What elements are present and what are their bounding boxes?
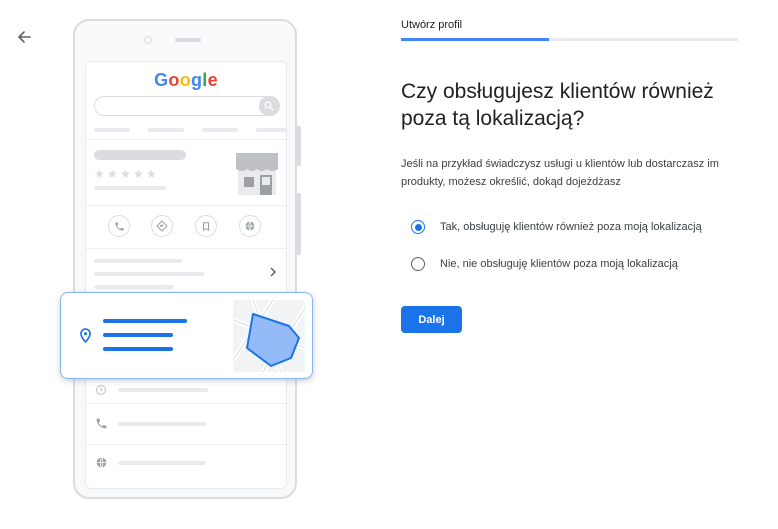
phone-icon bbox=[96, 418, 107, 429]
placeholder-line bbox=[103, 319, 187, 323]
star-icon: ★ bbox=[133, 167, 144, 181]
placeholder-detail bbox=[118, 461, 206, 465]
placeholder-category bbox=[94, 186, 166, 190]
globe-icon bbox=[96, 457, 107, 468]
location-pin-icon bbox=[80, 328, 91, 343]
placeholder-tab bbox=[148, 128, 184, 132]
phone-icon bbox=[108, 215, 130, 237]
divider bbox=[86, 444, 286, 445]
logo-letter: o bbox=[179, 70, 191, 90]
service-area-card-illustration bbox=[60, 292, 313, 379]
page-description: Jeśli na przykład świadczysz usługi u kl… bbox=[401, 158, 719, 188]
placeholder-detail bbox=[94, 272, 204, 276]
star-icon: ★ bbox=[94, 167, 105, 181]
page-heading: Czy obsługujesz klientów również poza tą… bbox=[401, 80, 714, 130]
radio-yes[interactable] bbox=[411, 220, 425, 234]
illustration-search-bar bbox=[94, 96, 280, 116]
radio-dot bbox=[414, 223, 422, 231]
option-yes-label: Tak, obsługuję klientów również poza moj… bbox=[440, 221, 702, 233]
divider bbox=[86, 205, 286, 206]
logo-letter: e bbox=[207, 70, 218, 90]
google-logo: Google bbox=[86, 70, 286, 91]
divider bbox=[86, 403, 286, 404]
bookmark-icon bbox=[195, 215, 217, 237]
phone-illustration: Google ★ ★ ★ ★ ★ bbox=[73, 19, 301, 499]
clock-icon bbox=[96, 385, 106, 395]
placeholder-detail bbox=[118, 422, 206, 426]
divider bbox=[86, 139, 286, 140]
map-icon bbox=[233, 300, 305, 372]
logo-letter: G bbox=[154, 70, 169, 90]
placeholder-detail bbox=[94, 285, 174, 289]
progress-bar-fill bbox=[401, 38, 550, 41]
back-button[interactable] bbox=[12, 25, 36, 49]
star-icon: ★ bbox=[107, 167, 118, 181]
placeholder-business-name bbox=[94, 150, 186, 160]
logo-letter: o bbox=[168, 70, 180, 90]
divider bbox=[86, 248, 286, 249]
store-icon bbox=[236, 153, 278, 195]
phone-speaker bbox=[175, 38, 201, 42]
placeholder-line bbox=[103, 333, 173, 337]
star-icon: ★ bbox=[146, 167, 157, 181]
arrow-back-icon bbox=[18, 31, 31, 43]
step-label: Utwórz profil bbox=[401, 19, 463, 31]
phone-camera bbox=[144, 36, 152, 44]
search-icon bbox=[259, 96, 279, 116]
placeholder-line bbox=[103, 347, 173, 351]
placeholder-detail bbox=[118, 388, 208, 392]
radio-no[interactable] bbox=[411, 257, 425, 271]
option-no-label: Nie, nie obsługuję klientów poza moją lo… bbox=[440, 258, 678, 270]
progress-bar bbox=[401, 38, 738, 41]
globe-icon bbox=[239, 215, 261, 237]
placeholder-tab bbox=[202, 128, 238, 132]
placeholder-detail bbox=[94, 259, 182, 263]
option-no[interactable]: Nie, nie obsługuję klientów poza moją lo… bbox=[411, 257, 678, 271]
phone-side-button bbox=[297, 193, 301, 255]
option-yes[interactable]: Tak, obsługuję klientów również poza moj… bbox=[411, 220, 702, 234]
directions-icon bbox=[151, 215, 173, 237]
logo-letter: g bbox=[190, 70, 203, 90]
next-button[interactable]: Dalej bbox=[401, 306, 462, 333]
placeholder-tab bbox=[256, 128, 286, 132]
phone-screen: Google ★ ★ ★ ★ ★ bbox=[85, 61, 287, 489]
chevron-right-icon bbox=[270, 267, 277, 277]
star-icon: ★ bbox=[120, 167, 131, 181]
placeholder-tab bbox=[94, 128, 130, 132]
phone-side-button bbox=[297, 126, 301, 166]
